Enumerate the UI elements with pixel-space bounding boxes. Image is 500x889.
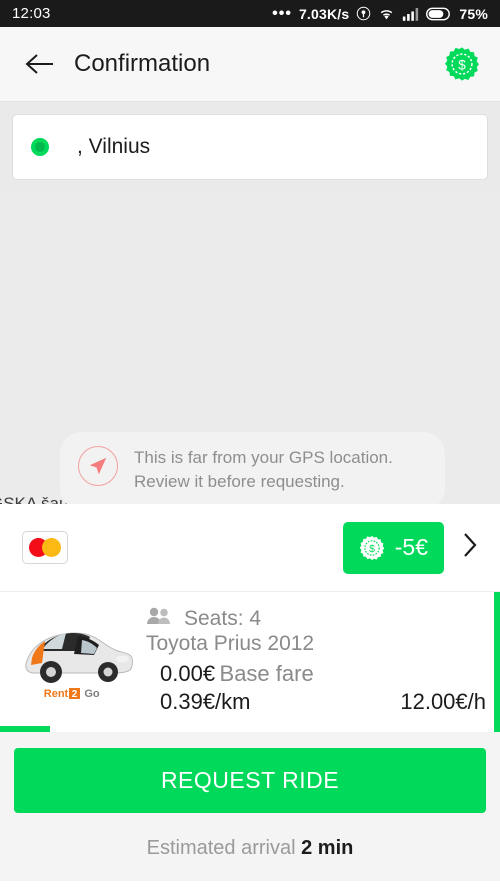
promo-coin-icon[interactable]: $ — [444, 46, 480, 82]
status-bar: 12:03 ••• 7.03K/s 75% — [0, 0, 500, 27]
base-fare-label: Base fare — [219, 661, 314, 686]
footer-section: REQUEST RIDE Estimated arrival 2 min — [0, 732, 500, 881]
back-button[interactable] — [20, 44, 60, 84]
estimated-arrival-value: 2 min — [301, 837, 354, 859]
promo-discount-badge[interactable]: $ -5€ — [342, 521, 444, 574]
vehicle-model-label: Toyota Prius 2012 — [146, 632, 315, 655]
page-title: Confirmation — [74, 50, 211, 77]
destination-address-text: , Vilnius — [77, 135, 151, 158]
request-ride-button[interactable]: REQUEST RIDE — [14, 748, 486, 813]
status-bar-time: 12:03 — [12, 5, 51, 22]
vehicle-card-section[interactable]: Rent 2 Go Seats: 4 Toyota Prius 2012 0.0… — [0, 592, 500, 732]
signal-icon — [402, 7, 419, 21]
rate-row: 0.39€/km 12.00€/h — [146, 689, 486, 715]
svg-text:2: 2 — [72, 689, 78, 700]
base-fare-row: 0.00€ Base fare — [146, 661, 486, 687]
payment-row: $ -5€ — [0, 504, 500, 592]
rate-per-hour: 12.00€/h — [400, 689, 486, 714]
network-speed-label: 7.03K/s — [298, 5, 350, 22]
gps-warning-tooltip: This is far from your GPS location. Revi… — [60, 432, 445, 504]
estimated-arrival: Estimated arrival 2 min — [14, 837, 486, 860]
app-header: Confirmation $ — [0, 27, 500, 102]
svg-text:Rent: Rent — [44, 688, 69, 700]
estimated-arrival-prefix: Estimated arrival — [146, 837, 296, 859]
back-arrow-icon — [25, 54, 53, 74]
svg-text:$: $ — [458, 57, 466, 72]
svg-text:$: $ — [369, 543, 375, 554]
location-icon — [356, 6, 371, 21]
app-screen: 12:03 ••• 7.03K/s 75% Confirmation $ , V… — [0, 0, 500, 889]
battery-percent-label: 75% — [459, 5, 488, 22]
vehicle-card[interactable]: Rent 2 Go Seats: 4 Toyota Prius 2012 0.0… — [0, 592, 500, 718]
map-view[interactable]: Punsko g. GSKA šaudymo sporto klubas Thi… — [0, 194, 500, 504]
horizontal-scrollbar[interactable] — [0, 726, 50, 732]
people-icon — [146, 606, 172, 631]
mastercard-icon[interactable] — [22, 531, 68, 564]
promo-amount-label: -5€ — [394, 534, 428, 560]
rate-per-km: 0.39€/km — [160, 689, 251, 714]
vehicle-details: Seats: 4 Toyota Prius 2012 0.00€ Base fa… — [146, 606, 500, 718]
payment-chevron-right-icon[interactable] — [462, 532, 478, 563]
destination-address-field[interactable]: , Vilnius — [12, 114, 488, 180]
seats-label: Seats: 4 — [184, 606, 262, 630]
more-dots-icon: ••• — [272, 4, 292, 22]
navigation-arrow-icon — [78, 446, 118, 486]
promo-coin-icon: $ — [359, 535, 385, 560]
vertical-scrollbar[interactable] — [494, 592, 500, 732]
wifi-icon — [378, 7, 395, 21]
base-fare-value: 0.00€ — [160, 661, 216, 686]
svg-text:Go: Go — [84, 688, 100, 700]
vehicle-image: Rent 2 Go — [16, 606, 134, 702]
green-dot-marker-icon — [31, 138, 49, 156]
battery-icon — [426, 7, 452, 21]
seats-row: Seats: 4 — [146, 606, 486, 631]
address-section: , Vilnius — [0, 102, 500, 194]
gps-warning-text: This is far from your GPS location. Revi… — [134, 448, 393, 491]
status-bar-icons: ••• 7.03K/s 75% — [272, 4, 488, 22]
